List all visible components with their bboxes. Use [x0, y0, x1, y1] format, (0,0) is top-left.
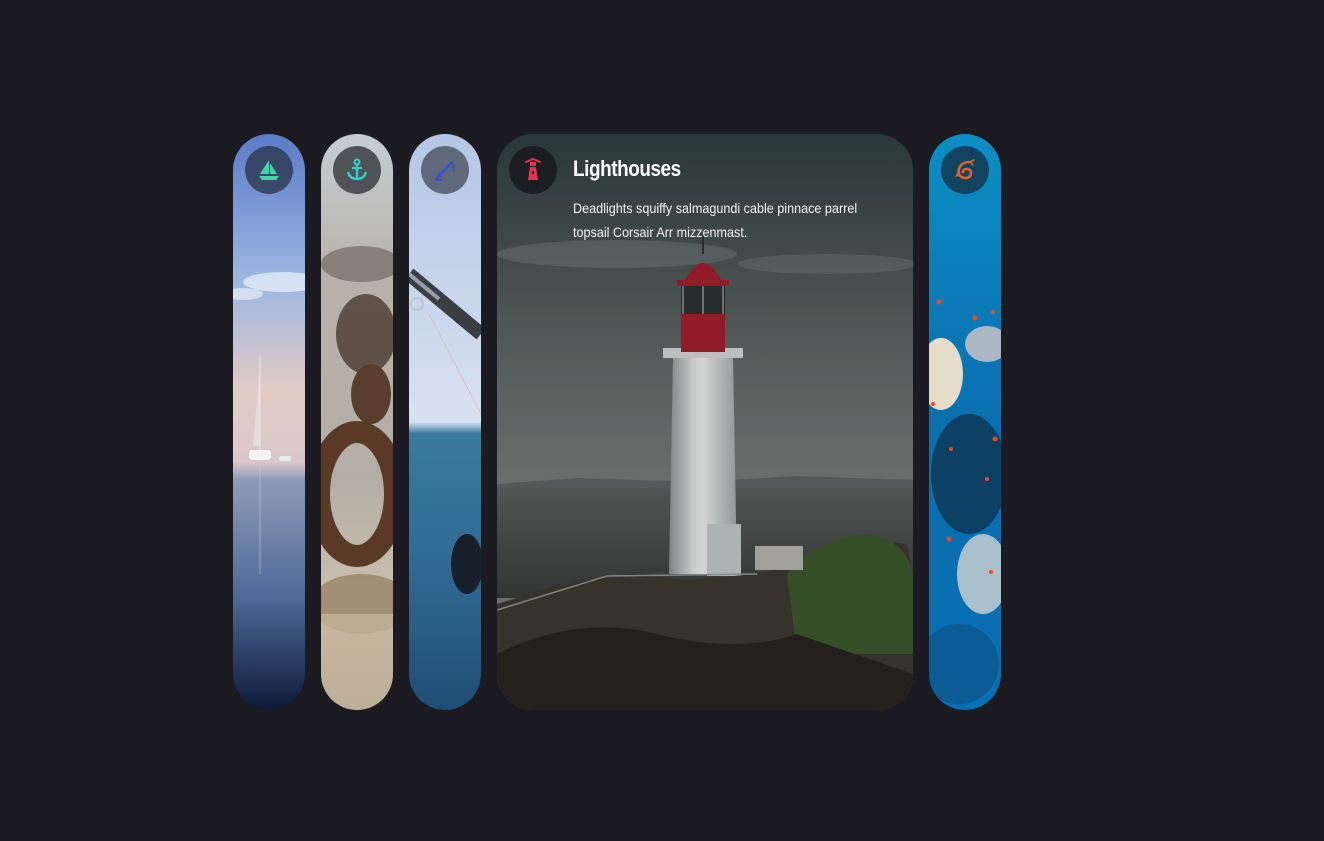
card-lighthouses[interactable]: Lighthouses Deadlights squiffy salmagund…	[497, 134, 913, 710]
fishing-rod-icon-badge	[421, 146, 469, 194]
sailboat-photo	[233, 134, 305, 710]
card-title: Lighthouses	[573, 156, 681, 181]
lighthouse-icon	[525, 157, 541, 180]
anchor-photo	[321, 134, 393, 710]
anchor-icon	[346, 158, 368, 181]
reef-photo	[929, 134, 1001, 710]
shrimp-icon	[955, 159, 975, 180]
sailboat-icon	[259, 160, 279, 180]
card-sailing[interactable]	[233, 134, 305, 710]
card-reef[interactable]	[929, 134, 1001, 710]
card-gallery: Lighthouses Deadlights squiffy salmagund…	[0, 0, 1324, 841]
sailboat-icon-badge	[245, 146, 293, 194]
anchor-icon-badge	[333, 146, 381, 194]
fishing-rod-icon	[434, 160, 455, 181]
shrimp-icon-badge	[941, 146, 989, 194]
card-fishing[interactable]	[409, 134, 481, 710]
card-anchor[interactable]	[321, 134, 393, 710]
card-description: Deadlights squiffy salmagundi cable pinn…	[573, 200, 858, 240]
card-content: Lighthouses Deadlights squiffy salmagund…	[573, 156, 863, 244]
fishing-photo	[409, 134, 481, 710]
lighthouse-icon-badge	[509, 146, 557, 194]
